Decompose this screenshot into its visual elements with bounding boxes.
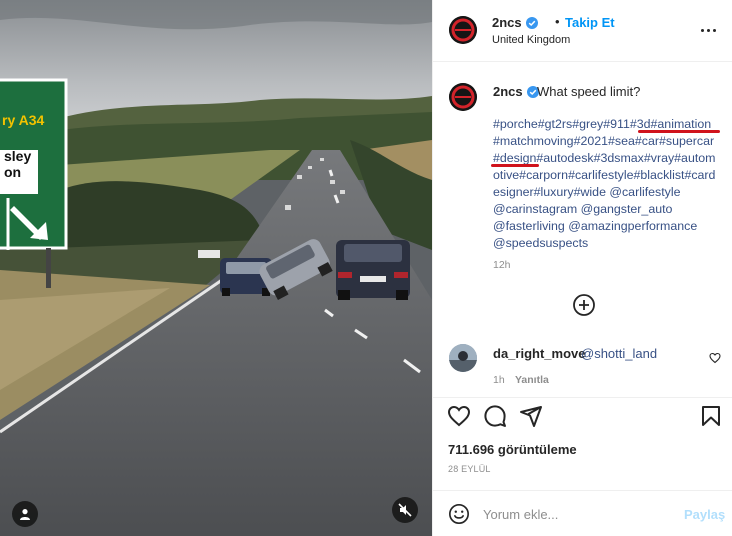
comment-input[interactable]: [483, 503, 673, 525]
view-count[interactable]: 711.696 görüntüleme: [448, 442, 577, 457]
annotation-underline: [638, 130, 720, 133]
more-options-button[interactable]: [699, 22, 719, 38]
more-dot: [707, 29, 710, 32]
video-frame: [0, 0, 432, 536]
action-bar: 711.696 görüntüleme 28 EYLÜL: [433, 397, 732, 490]
caption-timestamp: 12h: [493, 259, 511, 271]
reply-button[interactable]: Yanıtla: [515, 374, 549, 386]
hashtag-line[interactable]: @fasterliving @amazingperformance: [493, 218, 723, 235]
caption-text: What speed limit?: [537, 84, 641, 99]
plus-circle-icon: [573, 294, 595, 316]
speech-bubble-icon: [484, 405, 506, 427]
road-sign-route: ry A34: [2, 112, 45, 128]
post-side-panel: 2ncs • Takip Et United Kingdom 2ncs What…: [432, 0, 732, 536]
comment-button[interactable]: [483, 404, 507, 428]
hashtag-line[interactable]: otive#carporn#carlifestyle#blacklist#car…: [493, 167, 723, 184]
caption-username-text[interactable]: 2ncs: [493, 84, 523, 99]
add-comment-bar: Paylaş: [433, 490, 732, 536]
emoji-button[interactable]: [448, 503, 470, 525]
caption: 2ncs What speed limit? #porche#gt2rs#gre…: [433, 63, 732, 341]
bookmark-icon: [702, 406, 720, 426]
hashtag-line[interactable]: @carinstagram @gangster_auto: [493, 201, 723, 218]
person-icon: [20, 509, 30, 520]
verified-badge-icon: [525, 17, 538, 29]
comment-text[interactable]: @shotti_land: [581, 346, 657, 361]
like-button[interactable]: [447, 404, 471, 428]
caption-hashtags[interactable]: #porche#gt2rs#grey#911#3d#animation #mat…: [493, 116, 723, 252]
heart-icon: [447, 405, 471, 427]
post-comment-button[interactable]: Paylaş: [684, 507, 725, 522]
annotation-underline: [491, 164, 539, 167]
commenter-avatar[interactable]: [449, 344, 477, 372]
author-username-text[interactable]: 2ncs: [492, 15, 522, 30]
heart-icon: [709, 352, 721, 364]
comment-timestamp: 1h: [493, 374, 505, 386]
more-dot: [701, 29, 704, 32]
comment-like-button[interactable]: [709, 351, 721, 364]
load-more-comments-button[interactable]: [572, 293, 596, 317]
caption-avatar[interactable]: [449, 83, 477, 111]
save-button[interactable]: [699, 404, 723, 428]
paper-plane-icon: [520, 406, 542, 427]
caption-username[interactable]: 2ncs: [493, 84, 539, 99]
author-username[interactable]: 2ncs: [492, 15, 538, 30]
hashtag-line[interactable]: #matchmoving#2021#sea#car#supercar: [493, 133, 723, 150]
commenter-photo: [449, 344, 477, 372]
comment-item: da_right_move @shotti_land 1h Yanıtla: [433, 341, 732, 397]
road-sign-place-2: on: [4, 164, 22, 180]
mute-button[interactable]: [392, 497, 418, 523]
author-avatar[interactable]: [449, 16, 477, 44]
hashtag-line[interactable]: @speedsuspects: [493, 235, 723, 252]
post-video[interactable]: ry A34 sley on: [0, 0, 432, 536]
brand-logo-icon: [449, 83, 477, 111]
post-location[interactable]: United Kingdom: [492, 34, 570, 46]
speaker-muted-icon: [398, 503, 412, 517]
commenter-username[interactable]: da_right_move: [493, 346, 585, 361]
smiley-icon: [449, 504, 469, 524]
tagged-users-button[interactable]: [12, 501, 38, 527]
post-date[interactable]: 28 EYLÜL: [448, 464, 491, 474]
road-sign-place-1: sley: [4, 148, 32, 164]
brand-logo-icon: [449, 16, 477, 44]
road-sign-text: ry A34 sley on: [0, 112, 70, 180]
post-header: 2ncs • Takip Et United Kingdom: [433, 0, 732, 62]
header-separator: •: [555, 14, 560, 29]
share-button[interactable]: [519, 404, 543, 428]
hashtag-line[interactable]: esigner#luxury#wide @carlifestyle: [493, 184, 723, 201]
follow-button[interactable]: Takip Et: [565, 15, 615, 30]
more-dot: [713, 29, 716, 32]
